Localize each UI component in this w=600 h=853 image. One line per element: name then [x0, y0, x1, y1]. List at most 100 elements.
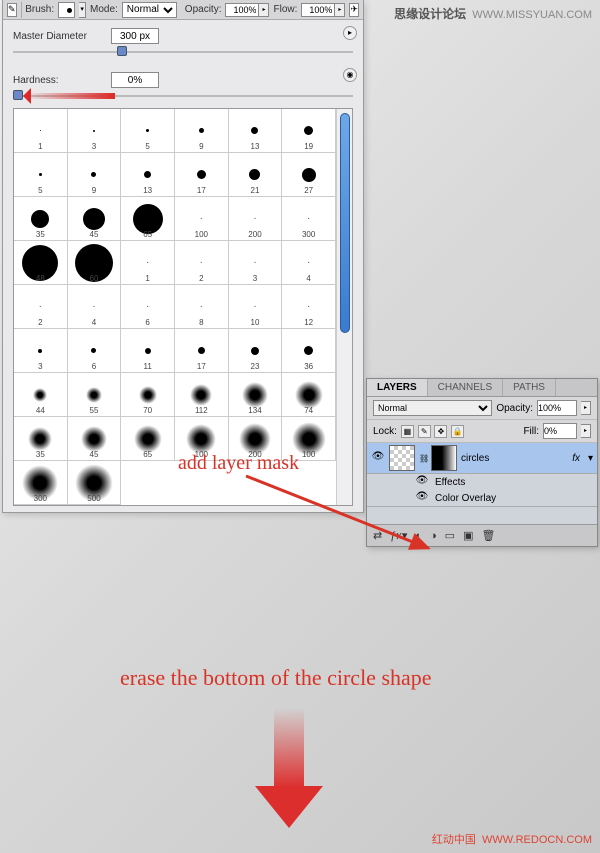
link-icon[interactable]: ⛓	[419, 454, 427, 463]
brush-preset-cell[interactable]: 3	[14, 329, 68, 373]
fx-collapse-icon[interactable]: ▾	[588, 453, 593, 464]
brush-preset-cell[interactable]: 45	[68, 417, 122, 461]
brush-preset-cell[interactable]: 300	[14, 461, 68, 505]
brush-preset-cell[interactable]: 70	[121, 373, 175, 417]
flyout-menu-icon[interactable]: ▸	[343, 26, 357, 40]
annotation-arrow-icon	[25, 93, 115, 99]
new-layer-icon[interactable]: ▣	[463, 529, 473, 542]
brush-preset-cell[interactable]: 23	[229, 329, 283, 373]
fx-badge[interactable]: fx	[572, 453, 580, 464]
brush-preset-cell[interactable]: 500	[68, 461, 122, 505]
brush-preset-cell[interactable]: ·2	[175, 241, 229, 285]
hardness-input[interactable]	[111, 72, 159, 88]
color-overlay-row[interactable]: 👁 Color Overlay	[367, 490, 597, 506]
brush-preset-cell[interactable]: ·2	[14, 285, 68, 329]
brush-preset-cell[interactable]: ·10	[229, 285, 283, 329]
brush-preset-cell[interactable]: 44	[14, 373, 68, 417]
brush-preset-cell[interactable]: ·300	[282, 197, 336, 241]
chevron-down-icon[interactable]: ▸	[335, 3, 345, 17]
chevron-down-icon[interactable]: ▸	[581, 424, 591, 438]
brush-preset-cell[interactable]: 9	[175, 109, 229, 153]
brush-preset-cell[interactable]: 21	[229, 153, 283, 197]
layer-blend-select[interactable]: Normal	[373, 400, 492, 416]
tab-channels[interactable]: CHANNELS	[428, 379, 503, 396]
brush-preset-cell[interactable]: 35	[14, 417, 68, 461]
hardness-slider[interactable]	[13, 92, 353, 100]
chevron-down-icon[interactable]: ▸	[259, 3, 269, 17]
brush-preset-cell[interactable]: ·1	[121, 241, 175, 285]
brush-preset-cell[interactable]: 65	[121, 197, 175, 241]
visibility-icon[interactable]: 👁	[415, 491, 429, 505]
brush-preset-grid: 135913195913172127354565·100·200·3004860…	[13, 108, 353, 506]
brush-preset-cell[interactable]: 17	[175, 153, 229, 197]
layer-opacity-input[interactable]	[537, 400, 577, 416]
brush-preset-cell[interactable]: ·8	[175, 285, 229, 329]
fill-label: Fill:	[523, 426, 539, 437]
adjustment-layer-icon[interactable]: ◑	[430, 530, 437, 542]
flow-input[interactable]	[301, 3, 335, 17]
brush-preset-cell[interactable]: 6	[68, 329, 122, 373]
brush-preset-cell[interactable]: 65	[121, 417, 175, 461]
lock-all-icon[interactable]: 🔒	[451, 425, 464, 438]
lock-transparency-icon[interactable]: ▦	[401, 425, 414, 438]
brush-preset-cell[interactable]: 35	[14, 197, 68, 241]
annotation-big-arrow-icon	[255, 708, 323, 828]
layer-thumbnail[interactable]	[389, 445, 415, 471]
airbrush-icon[interactable]: ✈	[349, 3, 359, 17]
brush-preset-cell[interactable]: 112	[175, 373, 229, 417]
tab-layers[interactable]: LAYERS	[367, 379, 428, 396]
new-preset-icon[interactable]: ◉	[343, 68, 357, 82]
brush-preset-cell[interactable]: ·4	[282, 241, 336, 285]
add-mask-icon[interactable]: ◐	[415, 530, 422, 542]
visibility-icon[interactable]: 👁	[371, 451, 385, 465]
brush-preset-cell[interactable]: 11	[121, 329, 175, 373]
scrollbar[interactable]	[336, 109, 352, 505]
lock-pixels-icon[interactable]: ✎	[418, 425, 431, 438]
layer-row-circles[interactable]: 👁 ⛓ circles fx ▾	[367, 443, 597, 474]
brush-preset-cell[interactable]: 19	[282, 109, 336, 153]
diameter-slider[interactable]	[13, 48, 353, 56]
brush-preset-cell[interactable]: 45	[68, 197, 122, 241]
chevron-down-icon[interactable]: ▸	[581, 401, 591, 415]
brush-preset-cell[interactable]: 3	[68, 109, 122, 153]
brush-preset-swatch[interactable]	[58, 2, 75, 18]
brush-preset-cell[interactable]: 60	[68, 241, 122, 285]
brush-tool-icon[interactable]: ✎	[7, 3, 17, 17]
brush-preset-cell[interactable]: ·6	[121, 285, 175, 329]
layers-footer: ⇄ ƒx▾ ◐ ◑ ▭ ▣ 🗑	[367, 524, 597, 546]
brush-preset-cell[interactable]: 17	[175, 329, 229, 373]
brush-preset-cell[interactable]: ·4	[68, 285, 122, 329]
layer-name[interactable]: circles	[461, 453, 568, 464]
brush-preset-cell[interactable]: 5	[14, 153, 68, 197]
fill-input[interactable]	[543, 423, 577, 439]
fx-menu-icon[interactable]: ƒx▾	[390, 529, 407, 542]
brush-preset-cell[interactable]: 1	[14, 109, 68, 153]
trash-icon[interactable]: 🗑	[481, 529, 495, 542]
effects-row[interactable]: 👁 Effects	[367, 474, 597, 490]
brush-preset-cell[interactable]: 13	[121, 153, 175, 197]
layer-mask-thumbnail[interactable]	[431, 445, 457, 471]
brush-preset-cell[interactable]: 134	[229, 373, 283, 417]
brush-preset-cell[interactable]: 9	[68, 153, 122, 197]
visibility-icon[interactable]: 👁	[415, 475, 429, 489]
group-icon[interactable]: ▭	[445, 529, 455, 542]
lock-position-icon[interactable]: ✥	[434, 425, 447, 438]
tab-paths[interactable]: PATHS	[503, 379, 556, 396]
hardness-label: Hardness:	[13, 75, 103, 86]
link-layers-icon[interactable]: ⇄	[373, 529, 382, 542]
brush-preset-cell[interactable]: 5	[121, 109, 175, 153]
brush-preset-cell[interactable]: 55	[68, 373, 122, 417]
brush-preset-cell[interactable]: ·100	[175, 197, 229, 241]
brush-preset-cell[interactable]: 13	[229, 109, 283, 153]
brush-preset-cell[interactable]: 27	[282, 153, 336, 197]
brush-dropdown-icon[interactable]: ▾	[79, 2, 86, 18]
opacity-input[interactable]	[225, 3, 259, 17]
brush-preset-cell[interactable]: 36	[282, 329, 336, 373]
master-diameter-input[interactable]	[111, 28, 159, 44]
blend-mode-select[interactable]: Normal	[122, 2, 177, 18]
brush-preset-cell[interactable]: 48	[14, 241, 68, 285]
brush-preset-cell[interactable]: ·200	[229, 197, 283, 241]
brush-preset-cell[interactable]: 74	[282, 373, 336, 417]
brush-preset-cell[interactable]: ·12	[282, 285, 336, 329]
brush-preset-cell[interactable]: ·3	[229, 241, 283, 285]
